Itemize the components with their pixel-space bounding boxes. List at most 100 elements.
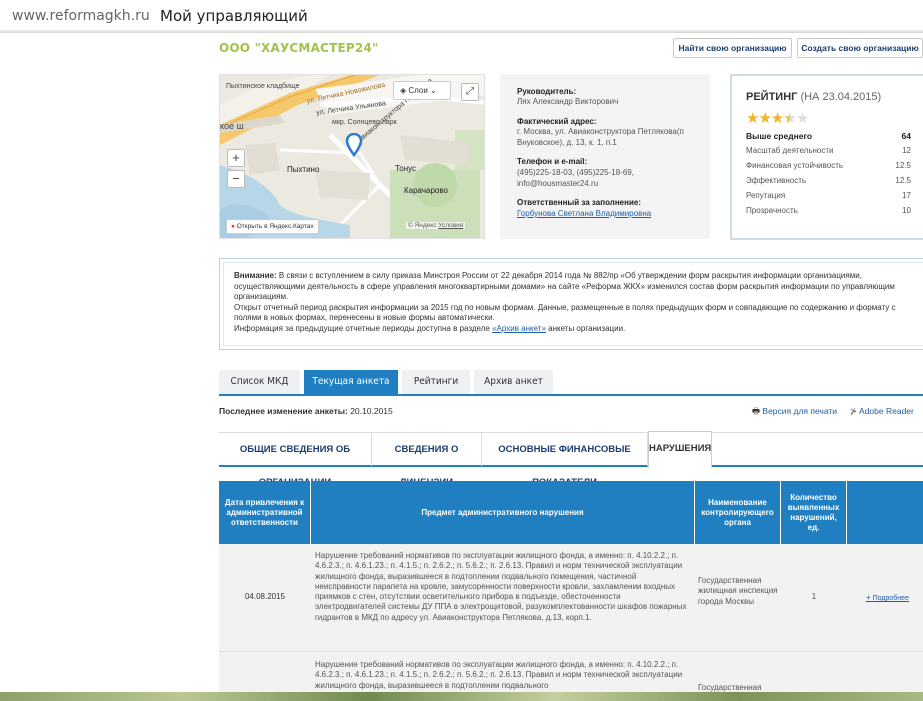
rating-row-value: 12	[902, 146, 911, 155]
desktop-background-strip	[0, 692, 923, 701]
pdf-icon: ⊁	[850, 406, 858, 416]
layers-icon: ◈	[400, 86, 407, 95]
director-label: Руководитель:	[517, 87, 577, 96]
subtab-general-info[interactable]: ОБЩИЕ СВЕДЕНИЯ ОБ ОРГАНИЗАЦИИ	[219, 433, 372, 488]
tab-mkd-list[interactable]: Список МКД	[219, 370, 300, 394]
find-organization-button[interactable]: Найти свою организацию	[673, 38, 792, 58]
map-copyright-text: © Яндекс	[408, 222, 437, 229]
last-modified-label: Последнее изменение анкеты:	[219, 406, 348, 416]
open-in-yandex-maps-button[interactable]: ● Открыть в Яндекс.Картах	[226, 219, 319, 234]
rating-row: Репутация 17	[746, 191, 911, 200]
last-modified: Последнее изменение анкеты: 20.10.2015	[219, 406, 393, 416]
fullscreen-icon[interactable]: ⤢	[461, 83, 479, 101]
adobe-reader-link[interactable]: ⊁ Adobe Reader	[850, 406, 914, 417]
rating-title: РЕЙТИНГ (НА 23.04.2015)	[746, 91, 881, 103]
rating-stars: ★★★★★	[746, 109, 809, 127]
responsible-label: Ответственный за заполнение:	[517, 198, 641, 207]
rating-overall-value: 64	[901, 131, 911, 141]
rating-row-label: Финансовая устойчивость	[746, 161, 844, 170]
violation-count: 1	[811, 592, 817, 601]
window-titlebar: www.reformagkh.ru Мой управляющий	[0, 0, 923, 33]
rating-row: Масштаб деятельности 12	[746, 146, 911, 155]
column-header-actions	[847, 481, 923, 544]
rating-row-label: Масштаб деятельности	[746, 146, 834, 155]
notice-text1: В связи с вступлением в силу приказа Мин…	[234, 271, 895, 301]
responsible-link[interactable]: Горбунова Светлана Владимировна	[517, 209, 697, 220]
phone-value: (495)225-18-03, (495)225-18-69, info@hou…	[517, 168, 634, 188]
tab-archive[interactable]: Архив анкет	[474, 370, 553, 394]
address-label: Фактический адрес:	[517, 117, 597, 126]
rating-row-label: Репутация	[746, 191, 786, 200]
organization-name: ООО "ХАУСМАСТЕР24"	[219, 41, 379, 55]
violation-date: 04.08.2015	[244, 592, 286, 601]
organization-info-panel: Руководитель: Лях Александр Викторович Ф…	[500, 74, 710, 239]
tab-ratings[interactable]: Рейтинги	[402, 370, 470, 394]
rating-row-value: 17	[902, 191, 911, 200]
rating-overall-row: Выше среднего 64	[746, 131, 911, 141]
map-terms-link[interactable]: Условия	[438, 222, 463, 229]
window-url: www.reformagkh.ru	[12, 8, 150, 24]
map-layers-label: Слои	[408, 86, 428, 95]
print-version-link[interactable]: 🖶 Версия для печати	[752, 406, 837, 420]
printer-icon: 🖶	[752, 406, 761, 416]
notice-box: Внимание: В связи с вступлением в силу п…	[219, 258, 923, 350]
map-marker-icon: ●	[231, 223, 235, 230]
tab-current-form[interactable]: Текущая анкета	[304, 370, 398, 394]
map-label-cemetery: Пыхтинское кладбище	[226, 83, 300, 90]
rating-row-value: 10	[902, 206, 911, 215]
column-header-date: Дата привлечения к административной отве…	[219, 481, 311, 544]
open-in-yandex-label: Открыть в Яндекс.Картах	[236, 223, 314, 230]
notice-text: Внимание: В связи с вступлением в силу п…	[223, 262, 923, 346]
details-link[interactable]: + Подробнее	[866, 593, 909, 604]
chevron-down-icon: ⌄	[430, 86, 437, 95]
rating-title-text: РЕЙТИНГ	[746, 91, 798, 103]
window-title: Мой управляющий	[160, 7, 308, 25]
zoom-out-icon[interactable]: −	[227, 170, 245, 188]
rating-row: Прозрачность 10	[746, 206, 911, 215]
director-value: Лях Александр Викторович	[517, 97, 619, 106]
subtab-violations[interactable]: НАРУШЕНИЯ	[648, 431, 712, 469]
phone-label: Телефон и e-mail:	[517, 157, 588, 166]
star-half-icon: ★	[783, 110, 796, 127]
adobe-reader-label: Adobe Reader	[859, 406, 914, 416]
map-label-highway: кое ш	[220, 121, 244, 131]
map-layers-dropdown[interactable]: ◈ Слои ⌄	[393, 81, 451, 100]
rating-date: (НА 23.04.2015)	[800, 91, 882, 103]
zoom-in-icon[interactable]: +	[227, 149, 245, 167]
map-label-karacharovo: Карачарово	[404, 186, 448, 195]
violation-subject: Нарушение требований нормативов по экспл…	[315, 660, 683, 690]
rating-row-label: Прозрачность	[746, 206, 798, 215]
rating-panel: РЕЙТИНГ (НА 23.04.2015) ★★★★★ Выше средн…	[730, 74, 923, 240]
map-copyright: © Яндекс Условия	[406, 222, 466, 229]
rating-row: Финансовая устойчивость 12.5	[746, 161, 911, 170]
violation-authority: Государственная жилищная инспекция город…	[698, 576, 778, 606]
subtab-license[interactable]: СВЕДЕНИЯ О ЛИЦЕНЗИИ	[372, 433, 482, 488]
rating-row-value: 12.5	[895, 176, 911, 185]
star-empty-icon: ★	[795, 110, 809, 127]
print-version-label: Версия для печати	[762, 406, 838, 416]
section-subtabs: ОБЩИЕ СВЕДЕНИЯ ОБ ОРГАНИЗАЦИИ СВЕДЕНИЯ О…	[219, 431, 923, 488]
rating-row-label: Эффективность	[746, 176, 807, 185]
column-header-subject: Предмет административного нарушения	[311, 481, 695, 544]
star-full-icon: ★	[746, 110, 759, 127]
map-pin-icon[interactable]	[345, 133, 363, 157]
last-modified-date: 20.10.2015	[350, 406, 393, 416]
notice-text2: Открыт отчетный период раскрытия информа…	[234, 302, 896, 323]
column-header-count: Количество выявленных нарушений, ед.	[781, 481, 847, 544]
create-organization-button[interactable]: Создать свою организацию	[797, 38, 923, 58]
titlebar-divider	[0, 30, 923, 32]
map-label-pykhtino: Пыхтино	[287, 165, 320, 174]
tab-underline	[219, 394, 923, 396]
map-label-tonus: Тонус	[395, 164, 417, 173]
archive-link[interactable]: «Архив анкет»	[492, 324, 546, 333]
expand-icon: +	[866, 593, 871, 602]
notice-bold: Внимание:	[234, 271, 277, 280]
notice-text3: Информация за предыдущие отчетные период…	[234, 323, 493, 333]
subtab-financial[interactable]: ОСНОВНЫЕ ФИНАНСОВЫЕ ПОКАЗАТЕЛИ	[482, 433, 648, 488]
rating-row-value: 12.5	[895, 161, 911, 170]
details-label: Подробнее	[872, 595, 909, 602]
violation-subject: Нарушение требований нормативов по экспл…	[315, 551, 687, 622]
star-full-icon: ★	[758, 110, 771, 127]
notice-text4: анкеты организации.	[545, 323, 626, 333]
rating-row: Эффективность 12.5	[746, 176, 911, 185]
